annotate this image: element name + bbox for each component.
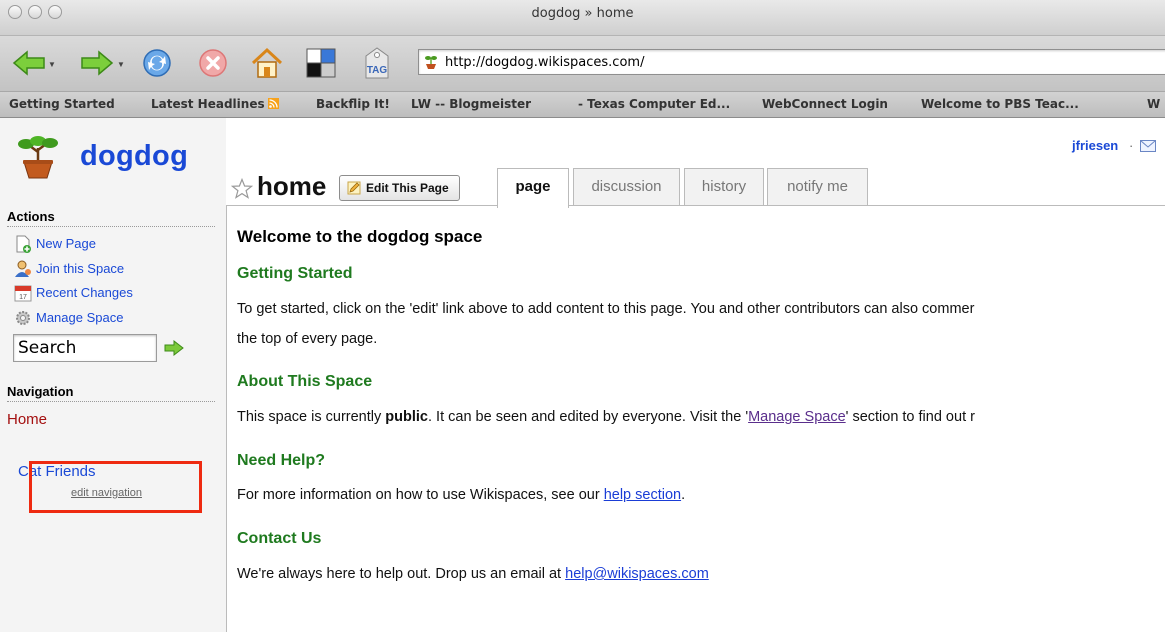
bookmark-texas-computer-ed[interactable]: - Texas Computer Ed...	[578, 97, 730, 111]
highlight-annotation-box	[29, 461, 202, 513]
forward-button[interactable]	[80, 46, 114, 80]
mail-icon[interactable]	[1140, 140, 1156, 152]
contact-heading: Contact Us	[237, 530, 322, 547]
about-heading: About This Space	[237, 373, 373, 390]
tag-icon: TAG	[365, 47, 389, 79]
space-name[interactable]: dogdog	[80, 140, 188, 173]
help-text-pre: For more information on how to use Wikis…	[237, 487, 604, 503]
bookmark-truncated[interactable]: W	[1147, 97, 1160, 111]
contact-text: We're always here to help out. Drop us a…	[237, 566, 709, 582]
bookmark-webconnect-login[interactable]: WebConnect Login	[762, 97, 888, 111]
gear-icon	[16, 311, 30, 325]
user-name-link[interactable]: jfriesen	[1072, 138, 1118, 153]
back-button[interactable]	[12, 46, 46, 80]
welcome-heading: Welcome to the dogdog space	[237, 227, 483, 246]
contact-text-pre: We're always here to help out. Drop us a…	[237, 566, 566, 582]
bookmark-getting-started[interactable]: Getting Started	[9, 97, 115, 111]
home-button[interactable]	[250, 46, 284, 80]
tab-discussion[interactable]: discussion	[573, 168, 680, 206]
url-input[interactable]	[445, 54, 1145, 70]
about-text-post: ' section to find out r	[845, 409, 975, 425]
web-page: dogdog Actions New Page Join this Space …	[0, 118, 1165, 632]
new-page-link[interactable]: New Page	[36, 236, 96, 251]
join-this-space-link[interactable]: Join this Space	[36, 261, 124, 276]
tag-label: TAG	[367, 65, 388, 76]
bookmark-lw-blogmeister[interactable]: LW -- Blogmeister	[411, 97, 531, 111]
help-section-link[interactable]: help section	[604, 487, 681, 503]
bookmark-welcome-to-pbs[interactable]: Welcome to PBS Teac...	[921, 97, 1079, 111]
bookmark-latest-headlines[interactable]: Latest Headlines	[151, 97, 279, 111]
new-page-icon	[16, 235, 31, 253]
edit-this-page-button[interactable]: Edit This Page	[339, 175, 460, 201]
page-title: home	[257, 171, 327, 201]
back-arrow-icon	[12, 50, 45, 76]
about-text-pre: This space is currently	[237, 409, 386, 425]
getting-started-heading: Getting Started	[237, 265, 353, 282]
home-icon	[251, 47, 283, 78]
page-content: Welcome to the dogdog space Getting Star…	[226, 205, 1165, 632]
back-history-dropdown-icon[interactable]: ▼	[48, 60, 56, 69]
search-input[interactable]	[13, 334, 157, 362]
delicious-icon	[306, 48, 336, 78]
manage-space-link[interactable]: Manage Space	[36, 310, 123, 325]
reload-icon	[143, 49, 171, 77]
pencil-icon	[347, 181, 361, 195]
tag-button[interactable]: TAG	[360, 46, 394, 80]
address-bar[interactable]	[418, 49, 1165, 75]
need-help-heading: Need Help?	[237, 452, 326, 469]
about-public-bold: public	[385, 409, 428, 425]
search-go-arrow-icon[interactable]	[164, 340, 184, 356]
user-separator: ·	[1129, 138, 1134, 153]
sidebar: dogdog Actions New Page Join this Space …	[0, 118, 226, 632]
calendar-icon: 17	[14, 285, 32, 302]
help-text: For more information on how to use Wikis…	[237, 487, 685, 503]
window-title: dogdog » home	[531, 6, 634, 21]
reload-button[interactable]	[140, 46, 174, 80]
about-text-mid: . It can be seen and edited by everyone.…	[427, 409, 749, 425]
recent-changes-link[interactable]: Recent Changes	[36, 285, 133, 300]
bookmark-label: Latest Headlines	[151, 97, 265, 111]
edit-button-label: Edit This Page	[366, 181, 449, 195]
forward-arrow-icon	[81, 50, 114, 76]
watch-star-icon[interactable]	[231, 178, 253, 200]
help-email-link[interactable]: help@wikispaces.com	[565, 566, 709, 582]
help-text-post: .	[681, 487, 686, 503]
stop-icon	[199, 49, 227, 77]
bookmarks-bar: Getting Started Latest Headlines Backfli…	[0, 92, 1165, 118]
manage-space-inline-link[interactable]: Manage Space	[748, 409, 846, 425]
actions-heading: Actions	[7, 209, 215, 227]
window-titlebar: dogdog » home	[0, 0, 1165, 36]
about-text: This space is currently public. It can b…	[237, 409, 975, 425]
tab-notify-me[interactable]: notify me	[767, 168, 868, 206]
forward-history-dropdown-icon[interactable]: ▼	[117, 60, 125, 69]
join-space-icon	[15, 260, 31, 277]
navigation-heading: Navigation	[7, 384, 215, 402]
getting-started-text-1: To get started, click on the 'edit' link…	[237, 301, 975, 317]
delicious-button[interactable]	[304, 46, 338, 80]
tab-history[interactable]: history	[684, 168, 764, 206]
svg-text:17: 17	[19, 294, 27, 301]
stop-button[interactable]	[196, 46, 230, 80]
wikispaces-favicon-icon	[425, 56, 437, 69]
getting-started-text-2: the top of every page.	[237, 331, 378, 347]
browser-toolbar: ▼ ▼ TAG	[0, 36, 1165, 92]
tab-page[interactable]: page	[497, 168, 569, 208]
bookmark-backflip-it[interactable]: Backflip It!	[316, 97, 390, 111]
rss-feed-icon	[267, 98, 279, 109]
bonsai-logo-icon	[18, 136, 58, 179]
nav-home-link[interactable]: Home	[7, 411, 47, 428]
